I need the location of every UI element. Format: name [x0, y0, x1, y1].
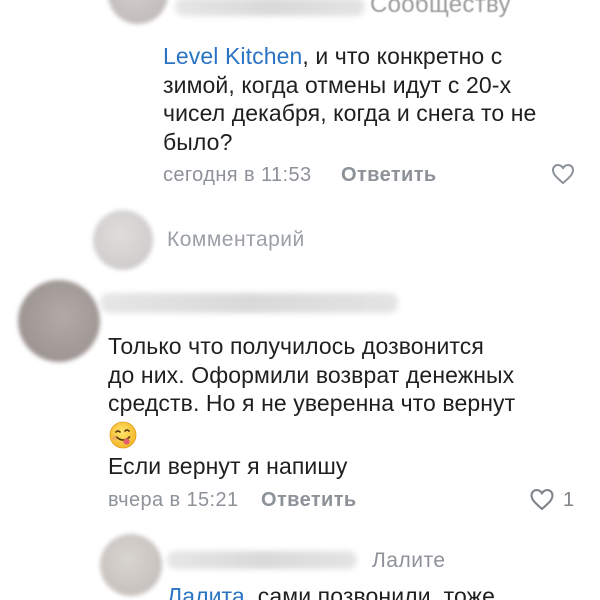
reply-button[interactable]: Ответить: [261, 489, 357, 512]
author-name[interactable]: [167, 551, 357, 569]
mention-link[interactable]: Level Kitchen: [163, 43, 302, 69]
heart-outline-icon[interactable]: [551, 163, 575, 185]
comment-body: Только что получилось дозвонится до них.…: [108, 332, 588, 418]
comment-body: Лалита, сами позвонили, тоже: [167, 582, 587, 600]
avatar[interactable]: [18, 280, 100, 362]
comments-thread: Сообществу Level Kitchen, и что конкретн…: [0, 0, 600, 600]
comment-timestamp: сегодня в 11:53: [163, 164, 312, 186]
author-name[interactable]: [100, 293, 398, 313]
comment-timestamp: вчера в 15:21: [108, 489, 239, 511]
author-name[interactable]: [175, 0, 365, 16]
comment-text-line: средств. Но я не уверенна что вернут: [108, 390, 516, 416]
comment-text-line: , сами позвонили, тоже: [244, 583, 496, 600]
comment-text-line: , и что конкретно с: [302, 43, 503, 69]
comment-text-line: Если вернут я напишу: [108, 453, 348, 479]
reply-target-label: Лалите: [372, 549, 446, 572]
heart-outline-icon[interactable]: [529, 488, 555, 511]
comment-text-line: было?: [163, 128, 233, 155]
comment-input[interactable]: Комментарий: [167, 228, 305, 252]
reply-button[interactable]: Ответить: [341, 164, 437, 187]
like-count: 1: [563, 489, 575, 511]
avatar[interactable]: [100, 534, 162, 596]
comment-body: Level Kitchen, и что конкретно с зимой, …: [163, 42, 583, 156]
smiling-face-with-tongue-icon: [108, 420, 138, 450]
comment-text-line: до них. Оформили возврат денежных: [108, 361, 515, 388]
avatar[interactable]: [108, 0, 168, 24]
mention-link[interactable]: Лалита: [167, 583, 245, 600]
comment-text-line: Только что получилось дозвонится: [108, 333, 484, 359]
comment-text-line: зимой, когда отмены идут с 20-х: [163, 71, 512, 98]
comment-text-line: чисел декабря, когда и снега то не: [163, 100, 537, 126]
current-user-avatar: [93, 210, 153, 270]
reply-target-label: Сообществу: [370, 0, 511, 18]
